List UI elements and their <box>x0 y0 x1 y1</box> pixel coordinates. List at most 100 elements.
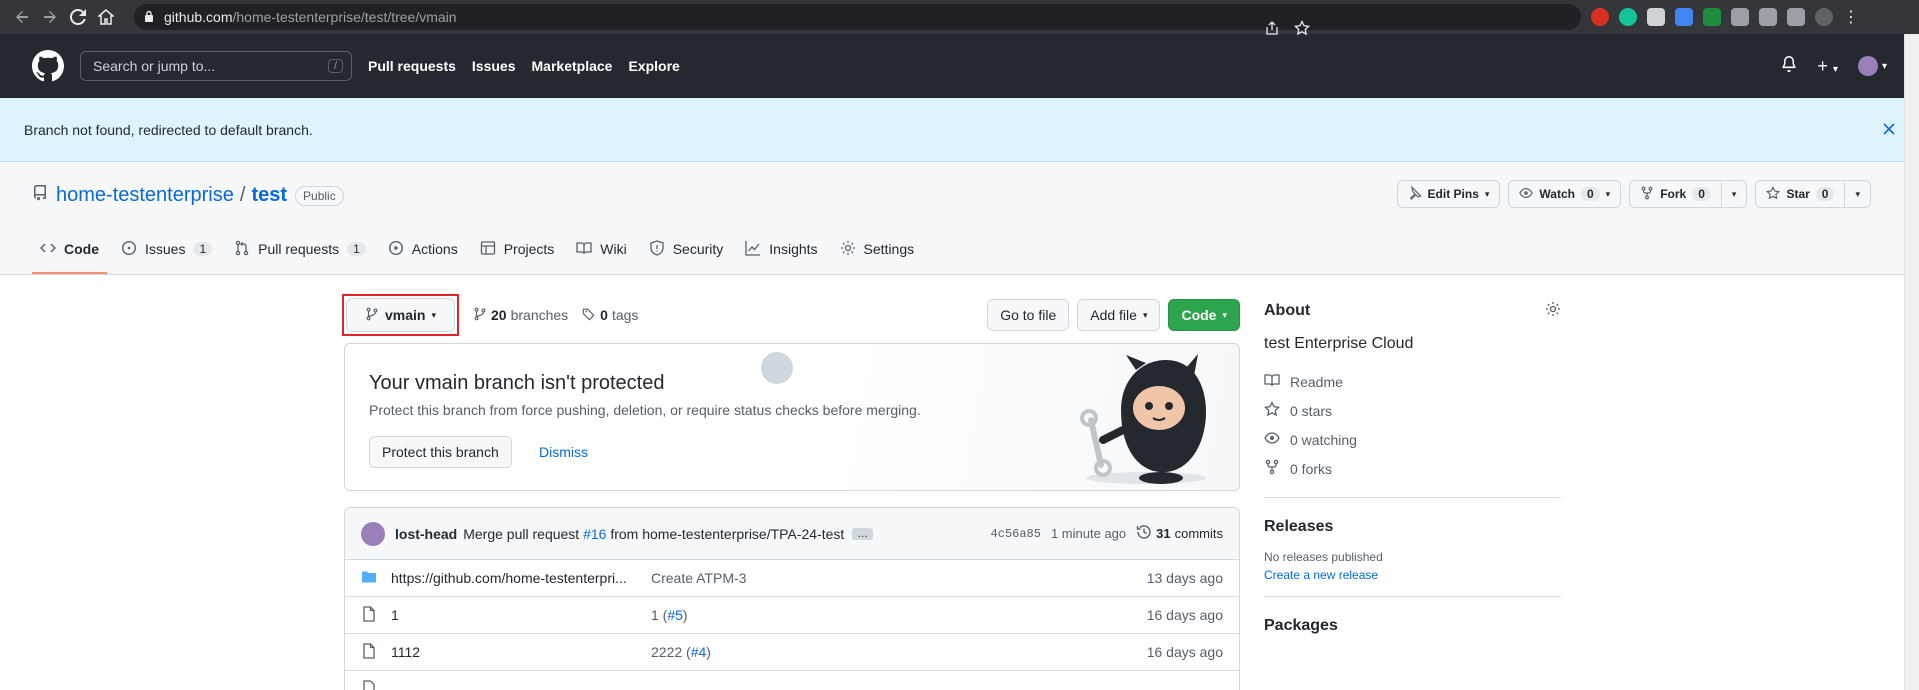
repo-tabs: Code Issues 1 Pull requests 1 Actions Pr… <box>32 226 922 274</box>
tab-security[interactable]: Security <box>641 226 732 274</box>
file-browser: vmain ▾ 20 branches 0 tags Go to file Ad… <box>342 294 1240 690</box>
branch-select-button[interactable]: vmain ▾ <box>346 298 455 332</box>
address-bar[interactable]: github.com/home-testenterprise/test/tree… <box>134 4 1581 36</box>
home-icon[interactable] <box>92 3 120 31</box>
commit-message-text[interactable]: 1 ( <box>651 607 667 623</box>
file-row[interactable]: 1 1 (#5) 16 days ago <box>345 597 1239 634</box>
extension-a-icon[interactable] <box>1675 8 1693 26</box>
dismiss-link[interactable]: Dismiss <box>539 444 588 460</box>
create-new-plus-icon[interactable]: + ▾ <box>1817 56 1838 77</box>
back-icon[interactable] <box>8 3 36 31</box>
chrome-menu-icon[interactable]: ⋮ <box>1843 7 1859 27</box>
github-logo-icon[interactable] <box>32 50 64 82</box>
star-button[interactable]: Star 0 <box>1756 181 1844 207</box>
bookmark-star-icon[interactable] <box>1293 19 1311 39</box>
nav-pull-requests[interactable]: Pull requests <box>368 58 456 74</box>
issues-count: 1 <box>193 242 213 256</box>
grammarly-icon[interactable] <box>1619 8 1637 26</box>
fork-dropdown-button[interactable]: ▾ <box>1720 181 1747 207</box>
tab-issues[interactable]: Issues 1 <box>113 226 220 274</box>
repo-title: home-testenterprise / test Public <box>32 184 344 207</box>
file-row[interactable]: https://github.com/home-testenterpri... … <box>345 560 1239 597</box>
tab-wiki[interactable]: Wiki <box>568 226 634 274</box>
file-row[interactable]: 1112 2222 (#4) 16 days ago <box>345 634 1239 671</box>
commits-history-link[interactable]: 31 commits <box>1136 524 1223 543</box>
tab-actions[interactable]: Actions <box>380 226 466 274</box>
readme-link[interactable]: Readme <box>1264 367 1561 396</box>
about-list: Readme 0 stars 0 watching 0 forks <box>1263 367 1561 483</box>
file-commit-message: 1 (#5) <box>651 607 688 623</box>
commit-author-link[interactable]: lost-head <box>395 526 457 542</box>
profile-avatar-icon[interactable] <box>1815 8 1833 26</box>
watch-count: 0 <box>1580 187 1600 201</box>
repo-name-link[interactable]: test <box>251 184 287 207</box>
fork-button-group: Fork 0 ▾ <box>1629 180 1748 208</box>
commit-pr-link[interactable]: #4 <box>691 644 707 660</box>
file-commit-message: 2222 (#4) <box>651 644 711 660</box>
close-icon[interactable] <box>1883 122 1895 138</box>
code-button[interactable]: Code ▾ <box>1168 299 1240 331</box>
gear-icon[interactable] <box>1545 301 1561 322</box>
file-list: lost-head Merge pull request #16 from ho… <box>344 507 1240 690</box>
branches-link[interactable]: 20 branches <box>473 307 568 324</box>
commit-author-avatar[interactable] <box>361 521 385 546</box>
tab-pull-requests[interactable]: Pull requests 1 <box>226 226 374 274</box>
commit-message-end[interactable]: ) <box>683 607 688 623</box>
extensions-puzzle-icon[interactable] <box>1731 8 1749 26</box>
page-scrollbar[interactable] <box>1904 34 1919 690</box>
tab-settings[interactable]: Settings <box>832 226 923 274</box>
nav-issues[interactable]: Issues <box>472 58 516 74</box>
commit-pr-link[interactable]: #5 <box>667 607 683 623</box>
search-input[interactable]: Search or jump to... / <box>80 51 352 81</box>
nav-marketplace[interactable]: Marketplace <box>532 58 613 74</box>
tags-link[interactable]: 0 tags <box>582 307 638 324</box>
side-panel-icon[interactable] <box>1787 8 1805 26</box>
code-icon <box>40 240 56 259</box>
file-commit-message[interactable]: Create ATPM-3 <box>651 570 746 586</box>
commit-pr-link[interactable]: #16 <box>583 526 606 542</box>
extension-red-icon[interactable] <box>1591 8 1609 26</box>
file-name-link[interactable]: https://github.com/home-testenterpri... <box>391 570 651 586</box>
watch-button[interactable]: Watch 0 ▾ <box>1509 181 1620 207</box>
file-name-link[interactable]: 1 <box>391 607 651 623</box>
go-to-file-button[interactable]: Go to file <box>987 299 1070 331</box>
tab-label: Pull requests <box>258 241 340 257</box>
tab-insights[interactable]: Insights <box>737 226 825 274</box>
extension-grid-icon[interactable] <box>1647 8 1665 26</box>
commit-sha[interactable]: 4c56a85 <box>991 527 1041 541</box>
extension-green-icon[interactable] <box>1703 8 1721 26</box>
tab-code[interactable]: Code <box>32 226 107 274</box>
notifications-bell-icon[interactable] <box>1781 55 1797 77</box>
protect-branch-button[interactable]: Protect this branch <box>369 436 512 468</box>
forks-link[interactable]: 0 forks <box>1264 454 1561 483</box>
commit-message-suffix[interactable]: from home-testenterprise/TPA-24-test <box>610 526 844 542</box>
user-avatar-icon[interactable]: ▾ <box>1857 56 1887 76</box>
create-release-link[interactable]: Create a new release <box>1264 568 1561 582</box>
repo-owner-link[interactable]: home-testenterprise <box>56 184 234 207</box>
commit-message-link[interactable]: Merge pull request <box>463 526 579 542</box>
play-icon <box>388 240 404 259</box>
star-list-dropdown-button[interactable]: ▾ <box>1844 181 1870 207</box>
commit-message-end[interactable]: ) <box>706 644 711 660</box>
header-nav: Pull requests Issues Marketplace Explore <box>368 58 680 74</box>
tab-projects[interactable]: Projects <box>472 226 563 274</box>
reload-icon[interactable] <box>64 3 92 31</box>
nav-explore[interactable]: Explore <box>628 58 679 74</box>
packages-heading[interactable]: Packages <box>1264 617 1338 634</box>
reading-list-icon[interactable] <box>1759 8 1777 26</box>
url-path: /home-testenterprise/test/tree/vmain <box>232 9 457 25</box>
url-host: github.com <box>164 9 233 25</box>
edit-pins-button[interactable]: Edit Pins ▾ <box>1396 180 1501 208</box>
share-icon[interactable] <box>1264 20 1280 39</box>
expand-commit-button[interactable]: … <box>852 527 874 540</box>
watchers-link[interactable]: 0 watching <box>1264 425 1561 454</box>
stars-link[interactable]: 0 stars <box>1263 396 1561 425</box>
file-name-link[interactable]: 1112 <box>391 644 651 660</box>
forward-icon[interactable] <box>36 3 64 31</box>
fork-button[interactable]: Fork 0 <box>1630 181 1721 207</box>
releases-heading[interactable]: Releases <box>1264 518 1333 535</box>
add-file-button[interactable]: Add file ▾ <box>1077 299 1161 331</box>
caret-down-icon: ▾ <box>1142 309 1148 320</box>
file-row[interactable] <box>345 671 1239 690</box>
commit-message-text[interactable]: 2222 ( <box>651 644 691 660</box>
